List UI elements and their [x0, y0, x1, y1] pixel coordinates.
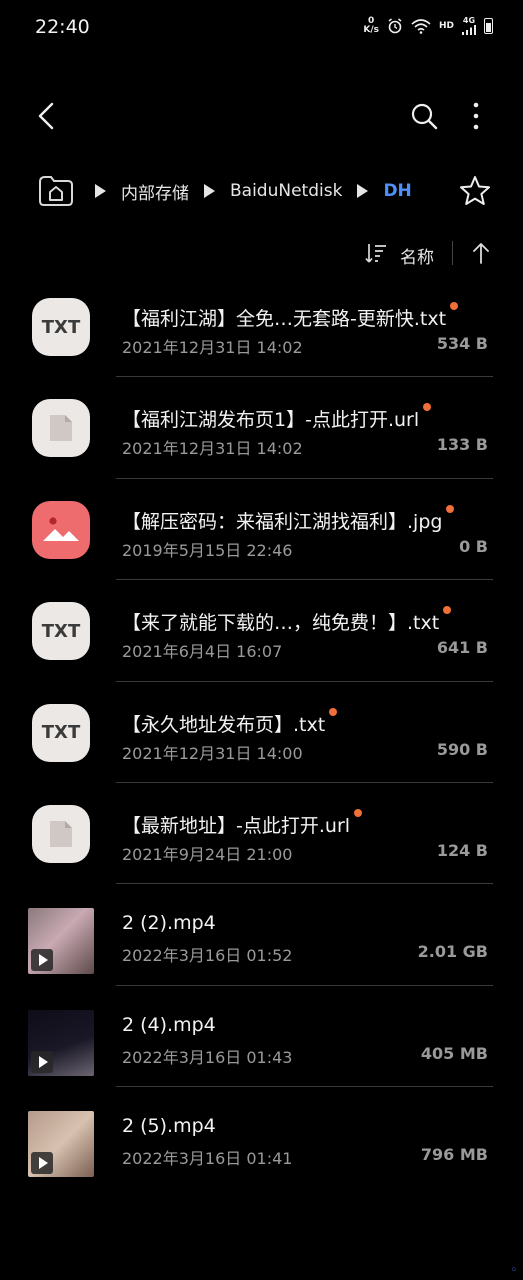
video-thumbnail	[28, 1111, 94, 1178]
txt-file-icon: TXT	[32, 298, 90, 356]
file-name: 2 (4).mp4	[122, 1014, 216, 1036]
signal-label: 4G	[462, 16, 476, 25]
watermark-logo: ◦	[510, 1265, 517, 1276]
breadcrumb-item-internal-storage[interactable]: 内部存储	[121, 179, 189, 204]
txt-icon-label: TXT	[41, 620, 81, 642]
file-date: 2021年12月31日 14:00	[122, 743, 303, 763]
chevron-right-icon	[95, 184, 106, 198]
top-bar	[0, 88, 523, 144]
file-row[interactable]: TXT 【永久地址发布页】.txt 2021年12月31日 14:00 590 B	[0, 682, 523, 783]
play-icon	[31, 1152, 53, 1175]
file-size: 796 MB	[420, 1145, 488, 1165]
new-indicator-dot	[423, 403, 432, 412]
file-size: 124 B	[436, 840, 488, 860]
file-name: 【最新地址】-点此打开.url	[122, 808, 363, 838]
breadcrumb-item-current[interactable]: DH	[383, 181, 411, 201]
arrow-up-icon[interactable]	[470, 241, 492, 265]
document-file-icon	[32, 804, 90, 863]
file-row[interactable]: 【最新地址】-点此打开.url 2021年9月24日 21:00 124 B	[0, 783, 523, 885]
back-icon[interactable]	[30, 96, 66, 136]
file-name: 【解压密码：来福利江湖找福利】.jpg	[122, 504, 455, 534]
txt-file-icon: TXT	[32, 703, 90, 762]
file-name-text: 【福利江湖发布页1】-点此打开.url	[122, 409, 420, 432]
file-row[interactable]: TXT 【福利江湖】全免…无套路-更新快.txt 2021年12月31日 14:02…	[0, 276, 523, 378]
file-name-text: 2 (5).mp4	[122, 1115, 216, 1138]
file-size: 534 B	[436, 334, 488, 353]
file-name: 【福利江湖】全免…无套路-更新快.txt	[122, 302, 459, 331]
file-name: 【来了就能下载的…，纯免费！】.txt	[122, 606, 452, 635]
breadcrumb-path: 内部存储 BaiduNetdisk DH	[95, 178, 427, 204]
image-file-icon	[32, 500, 90, 559]
file-name-text: 【来了就能下载的…，纯免费！】.txt	[122, 612, 440, 635]
status-icons: 0 K/s HD 4G	[363, 17, 493, 35]
chevron-right-icon	[204, 184, 215, 198]
home-icon[interactable]	[37, 174, 75, 208]
file-name: 【福利江湖发布页1】-点此打开.url	[122, 403, 432, 432]
file-row[interactable]: 2 (4).mp4 2022年3月16日 01:43 405 MB	[0, 986, 523, 1088]
sort-divider	[452, 241, 453, 265]
file-size: 2.01 GB	[417, 942, 488, 962]
file-name-text: 【福利江湖】全免…无套路-更新快.txt	[122, 308, 447, 330]
hd-label: HD	[438, 21, 454, 31]
sort-icon[interactable]	[364, 241, 388, 265]
file-date: 2021年9月24日 21:00	[122, 844, 293, 864]
file-name-text: 2 (2).mp4	[122, 912, 216, 935]
file-row[interactable]: 【解压密码：来福利江湖找福利】.jpg 2019年5月15日 22:46 0 B	[0, 479, 523, 581]
net-speed: 0 K/s	[363, 17, 379, 35]
star-icon[interactable]	[458, 174, 492, 208]
txt-icon-label: TXT	[41, 722, 81, 744]
file-name: 2 (5).mp4	[122, 1115, 216, 1137]
sort-bar: 名称	[0, 236, 523, 272]
battery-icon	[484, 18, 493, 34]
txt-file-icon: TXT	[32, 602, 90, 661]
file-name-text: 【解压密码：来福利江湖找福利】.jpg	[122, 510, 443, 533]
breadcrumb: 内部存储 BaiduNetdisk DH	[0, 166, 523, 216]
more-icon[interactable]	[462, 98, 490, 134]
video-thumbnail	[28, 1009, 94, 1076]
new-indicator-dot	[446, 504, 455, 513]
file-size: 0 B	[459, 536, 488, 556]
file-date: 2019年5月15日 22:46	[122, 540, 293, 560]
new-indicator-dot	[329, 707, 338, 716]
file-date: 2022年3月16日 01:52	[122, 946, 293, 966]
file-size: 405 MB	[420, 1043, 488, 1063]
document-file-icon	[32, 399, 90, 458]
file-size: 133 B	[436, 435, 488, 455]
file-name: 【永久地址发布页】.txt	[122, 707, 338, 737]
sort-label[interactable]: 名称	[400, 243, 434, 268]
alarm-icon	[388, 18, 402, 34]
net-speed-unit: K/s	[363, 25, 379, 35]
search-icon[interactable]	[406, 98, 442, 134]
file-size: 590 B	[436, 739, 488, 759]
file-row[interactable]: 【福利江湖发布页1】-点此打开.url 2021年12月31日 14:02 133 …	[0, 377, 523, 479]
play-icon	[31, 949, 53, 972]
file-date: 2021年6月4日 16:07	[122, 642, 283, 662]
file-name: 2 (2).mp4	[122, 912, 216, 934]
file-row[interactable]: 2 (2).mp4 2022年3月16日 01:52 2.01 GB	[0, 884, 523, 986]
txt-icon-label: TXT	[41, 316, 81, 338]
signal-icon	[462, 25, 476, 35]
new-indicator-dot	[450, 302, 459, 310]
file-date: 2022年3月16日 01:41	[122, 1149, 293, 1169]
file-date: 2021年12月31日 14:02	[122, 439, 303, 459]
file-size: 641 B	[436, 638, 488, 658]
file-name-text: 【永久地址发布页】.txt	[122, 713, 326, 736]
chevron-right-icon	[357, 184, 369, 198]
video-thumbnail	[28, 908, 94, 975]
play-icon	[31, 1050, 53, 1073]
status-bar: 22:40 0 K/s HD 4G	[0, 0, 523, 58]
breadcrumb-item-baidunetdisk[interactable]: BaiduNetdisk	[230, 181, 342, 201]
file-date: 2022年3月16日 01:43	[122, 1047, 293, 1067]
file-list: TXT 【福利江湖】全免…无套路-更新快.txt 2021年12月31日 14:02…	[0, 276, 523, 1189]
file-row[interactable]: 2 (5).mp4 2022年3月16日 01:41 796 MB	[0, 1087, 523, 1188]
file-date: 2021年12月31日 14:02	[122, 338, 303, 357]
new-indicator-dot	[354, 808, 363, 817]
file-name-text: 【最新地址】-点此打开.url	[122, 814, 351, 837]
new-indicator-dot	[443, 606, 452, 615]
status-time: 22:40	[35, 16, 90, 38]
file-name-text: 2 (4).mp4	[122, 1013, 216, 1036]
file-row[interactable]: TXT 【来了就能下载的…，纯免费！】.txt 2021年6月4日 16:07 641…	[0, 580, 523, 682]
wifi-icon	[411, 19, 431, 34]
signal-group: 4G	[462, 17, 476, 35]
